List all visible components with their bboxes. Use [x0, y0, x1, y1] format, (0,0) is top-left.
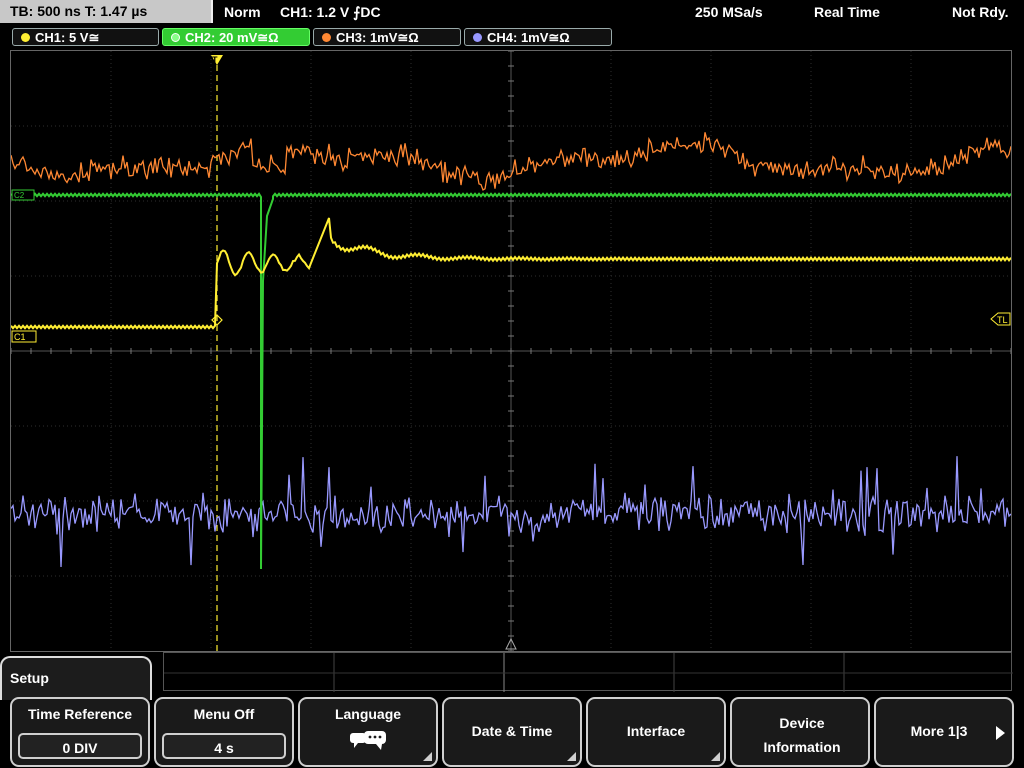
tab-ch4-label: CH4: 1mV≅Ω	[487, 30, 570, 45]
more-label: More 1|3	[910, 723, 968, 739]
date-time-softkey[interactable]: Date & Time	[442, 697, 582, 767]
overview-grid	[164, 653, 1013, 692]
ch2-color-dot	[171, 33, 180, 42]
interface-softkey[interactable]: Interface	[586, 697, 726, 767]
trigger-mode[interactable]: Norm	[224, 0, 261, 24]
more-softkey[interactable]: More 1|3	[874, 697, 1014, 767]
tab-ch1[interactable]: CH1: 5 V≅	[12, 28, 159, 46]
language-label: Language	[334, 706, 402, 722]
tab-ch2-label: CH2: 20 mV≅Ω	[185, 30, 279, 45]
trigger-source-readout[interactable]: CH1: 1.2 V ⨍DC	[280, 0, 381, 24]
tab-ch2[interactable]: CH2: 20 mV≅Ω	[162, 28, 310, 46]
trigger-position-label: T	[212, 55, 218, 65]
language-softkey[interactable]: Language	[298, 697, 438, 767]
time-reference-label: Time Reference	[27, 706, 132, 722]
device-information-label: Device Information	[763, 715, 841, 755]
play-arrow-icon	[996, 726, 1005, 740]
time-reference-value[interactable]: 0 DIV	[18, 733, 142, 759]
trigger-level-label: TL	[997, 315, 1008, 325]
tab-ch3[interactable]: CH3: 1mV≅Ω	[313, 28, 461, 46]
menu-off-value[interactable]: 4 s	[162, 733, 286, 759]
status-bar: TB: 500 ns T: 1.47 µs Norm CH1: 1.2 V ⨍D…	[0, 0, 1024, 24]
submenu-indicator-icon	[711, 752, 720, 761]
acquisition-state: Not Rdy.	[952, 4, 1009, 20]
time-reference-softkey[interactable]: Time Reference 0 DIV	[10, 697, 150, 767]
tab-ch1-label: CH1: 5 V≅	[35, 30, 100, 45]
interface-label: Interface	[626, 723, 686, 739]
device-information-softkey[interactable]: Device Information	[730, 697, 870, 767]
ch1-color-dot	[21, 33, 30, 42]
sample-rate-readout: 250 MSa/s	[695, 4, 763, 20]
graticule	[10, 50, 1012, 652]
menu-off-softkey[interactable]: Menu Off 4 s	[154, 697, 294, 767]
tab-ch4[interactable]: CH4: 1mV≅Ω	[464, 28, 612, 46]
waveform-display[interactable]: T C1 C2 TL	[10, 50, 1012, 652]
ch4-color-dot	[473, 33, 482, 42]
c2-marker-label: C2	[14, 191, 25, 200]
date-time-label: Date & Time	[471, 723, 553, 739]
menu-off-label: Menu Off	[193, 706, 255, 722]
c1-marker-label: C1	[14, 332, 26, 342]
acquisition-mode: Real Time	[814, 4, 880, 20]
speech-bubble-icon	[350, 731, 386, 750]
channel-bar: CH1: 5 V≅ CH2: 20 mV≅Ω CH3: 1mV≅Ω CH4: 1…	[0, 26, 1024, 48]
ch3-color-dot	[322, 33, 331, 42]
zoom-overview-strip	[163, 652, 1013, 692]
submenu-indicator-icon	[423, 752, 432, 761]
menu-title-tab: Setup	[0, 656, 152, 700]
waveform-canvas: T C1 C2 TL	[10, 50, 1012, 652]
timebase-readout[interactable]: TB: 500 ns T: 1.47 µs	[0, 0, 213, 23]
tab-ch3-label: CH3: 1mV≅Ω	[336, 30, 419, 45]
submenu-indicator-icon	[567, 752, 576, 761]
